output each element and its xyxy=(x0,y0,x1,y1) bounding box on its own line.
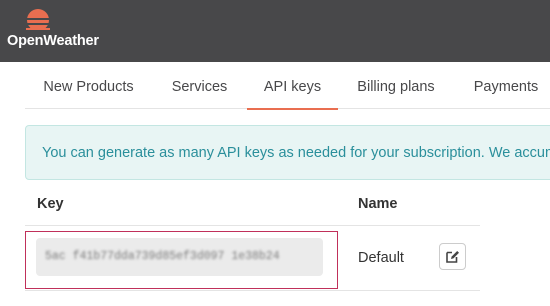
top-navigation-bar: OpenWeather xyxy=(0,0,550,62)
tab-payments[interactable]: Payments xyxy=(454,65,550,109)
tab-api-keys[interactable]: API keys xyxy=(247,65,338,110)
openweather-logo[interactable]: OpenWeather xyxy=(7,6,117,52)
api-key-field[interactable]: 5ac f41b77dda739d85ef3d097 1e38b24 xyxy=(36,238,323,276)
tab-services[interactable]: Services xyxy=(152,65,247,109)
sun-logo-icon xyxy=(23,9,53,33)
row-divider xyxy=(25,290,480,291)
column-header-key: Key xyxy=(37,196,64,212)
tab-new-products[interactable]: New Products xyxy=(25,65,152,109)
account-tabs: New Products Services API keys Billing p… xyxy=(25,65,550,110)
tab-billing-plans[interactable]: Billing plans xyxy=(338,65,454,109)
api-key-value: 5ac f41b77dda739d85ef3d097 1e38b24 xyxy=(45,250,280,263)
info-alert: You can generate as many API keys as nee… xyxy=(25,125,550,180)
header-divider xyxy=(25,225,480,226)
alert-message: You can generate as many API keys as nee… xyxy=(42,145,550,161)
key-name: Default xyxy=(358,250,404,266)
column-header-name: Name xyxy=(358,196,398,212)
brand-name: OpenWeather xyxy=(7,33,99,49)
api-keys-page: OpenWeather New Products Services API ke… xyxy=(0,0,550,306)
edit-icon xyxy=(446,251,459,263)
edit-key-name-button[interactable] xyxy=(439,243,466,270)
